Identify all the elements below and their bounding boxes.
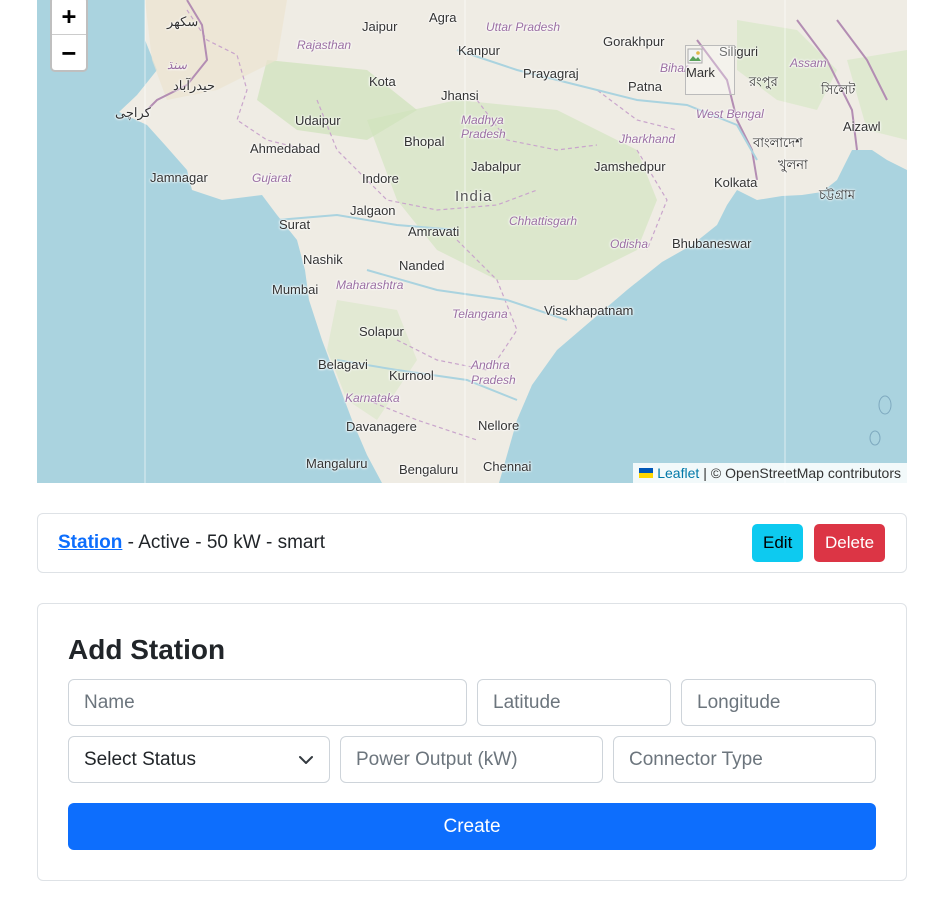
map-label: Kota — [369, 74, 396, 89]
zoom-in-button[interactable]: + — [52, 0, 86, 34]
map-label: বাংলাদেশ — [753, 135, 803, 150]
station-summary: Station - Active - 50 kW - smart — [58, 532, 325, 554]
map-label: Davanagere — [346, 419, 417, 434]
map-label: Jabalpur — [471, 159, 521, 174]
osm-attribution-text: © OpenStreetMap contributors — [710, 465, 901, 481]
map-label: Agra — [429, 10, 457, 25]
map-label: Jaipur — [362, 19, 398, 34]
station-link[interactable]: Station — [58, 532, 122, 553]
map-label: Chhattisgarh — [509, 214, 578, 228]
map-label: Nanded — [399, 258, 445, 273]
map-label: Telangana — [452, 307, 508, 321]
map-label: Uttar Pradesh — [486, 20, 561, 34]
map-label: Madhya Pradesh — [461, 113, 506, 141]
map-label: Jhansi — [441, 88, 479, 103]
map-label: Kolkata — [714, 175, 758, 190]
add-station-form: Add Station Select Status Create — [37, 603, 907, 881]
chevron-down-icon — [299, 755, 313, 764]
leaflet-link[interactable]: Leaflet — [657, 465, 699, 481]
map-label: Chennai — [483, 459, 532, 474]
map-label: Udaipur — [295, 113, 341, 128]
map-label: حیدرآباد — [173, 78, 216, 93]
map-label: Bihar — [660, 61, 689, 75]
latitude-input[interactable] — [477, 679, 671, 726]
map-label: রংপুর — [749, 74, 778, 89]
map-attribution: Leaflet | © OpenStreetMap contributors — [633, 463, 907, 483]
marker-alt-text: Mark — [686, 65, 715, 80]
map-label: Kurnool — [389, 368, 434, 383]
map-label: Bhopal — [404, 134, 445, 149]
map-label: Bhubaneswar — [672, 236, 752, 251]
status-select[interactable]: Select Status — [68, 736, 330, 783]
map-label: Solapur — [359, 324, 404, 339]
map-label: Mumbai — [272, 282, 319, 297]
map-label: India — [455, 188, 493, 205]
map-label: کراچی — [115, 105, 151, 120]
broken-image-icon — [687, 48, 703, 64]
map-label: Surat — [279, 217, 311, 232]
power-output-input[interactable] — [340, 736, 603, 783]
map-label: Kanpur — [458, 43, 500, 58]
station-details: - Active - 50 kW - smart — [122, 532, 326, 553]
form-title: Add Station — [68, 634, 226, 665]
map-label: Gorakhpur — [603, 34, 665, 49]
zoom-control: + − — [50, 0, 88, 72]
map-label: Jamnagar — [150, 170, 208, 185]
longitude-input[interactable] — [681, 679, 876, 726]
map-label: খুলনা — [778, 157, 808, 172]
map-label: سکھر — [167, 14, 199, 29]
map-label: Aizawl — [843, 119, 881, 134]
map-label: Gujarat — [252, 171, 292, 185]
station-marker[interactable]: Mark — [685, 45, 735, 95]
map-label: চট্টগ্রাম — [819, 187, 855, 202]
connector-type-input[interactable] — [613, 736, 876, 783]
map-label: Karnataka — [345, 391, 400, 405]
map-label: Amravati — [408, 224, 460, 239]
map-label: Rajasthan — [297, 38, 352, 52]
zoom-out-button[interactable]: − — [52, 34, 86, 70]
map-label: Odisha — [610, 237, 649, 251]
edit-button[interactable]: Edit — [752, 524, 804, 562]
map-label: Maharashtra — [336, 278, 404, 292]
map-label: Ahmedabad — [250, 141, 321, 156]
map-view[interactable]: سکھر سنڌ حیدرآباد کراچی Jaipur Agra Utta… — [37, 0, 907, 483]
map-label: Bengaluru — [399, 462, 459, 477]
attribution-separator: | — [703, 465, 707, 481]
create-button[interactable]: Create — [68, 803, 876, 850]
map-label: Indore — [362, 171, 399, 186]
station-list-item: Station - Active - 50 kW - smart Edit De… — [37, 513, 907, 573]
map-label: Prayagraj — [523, 66, 579, 81]
map-label: Belagavi — [318, 357, 368, 372]
status-selected-value: Select Status — [84, 748, 196, 770]
map-label: Assam — [790, 56, 827, 70]
map-label: سنڌ — [167, 58, 187, 72]
map-label: সিলেট — [821, 82, 856, 97]
name-input[interactable] — [68, 679, 467, 726]
map-label: Nashik — [303, 252, 343, 267]
map-label: Andhra Pradesh — [471, 358, 516, 387]
map-label: Jalgaon — [350, 203, 396, 218]
map-label: Jamshedpur — [594, 159, 666, 174]
map-label: Nellore — [478, 418, 520, 433]
ukraine-flag-icon — [639, 468, 654, 478]
delete-button[interactable]: Delete — [814, 524, 886, 562]
map-label: Mangaluru — [306, 456, 368, 471]
map-label: Patna — [628, 79, 662, 94]
map-label: Jharkhand — [619, 132, 676, 146]
map-label: Visakhapatnam — [544, 303, 634, 318]
map-label: West Bengal — [696, 107, 764, 121]
